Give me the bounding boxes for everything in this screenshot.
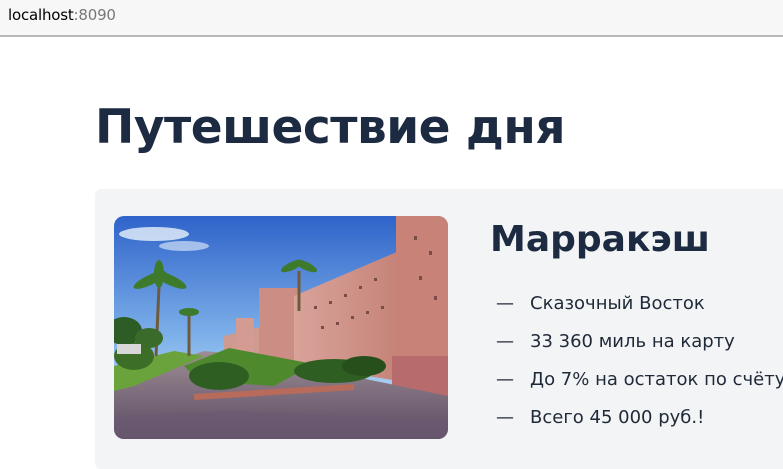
feature-text: Сказочный Восток [530, 293, 705, 314]
list-item: — До 7% на остаток по счёту [496, 367, 783, 405]
list-dash: — [496, 407, 514, 428]
list-item: — 33 360 миль на карту [496, 329, 783, 367]
list-item: — Сказочный Восток [496, 291, 783, 329]
feature-text: До 7% на остаток по счёту [530, 369, 783, 390]
list-item: — Всего 45 000 руб.! [496, 405, 783, 443]
feature-text: 33 360 миль на карту [530, 331, 735, 352]
city-photo [114, 216, 448, 439]
marrakesh-city-wall-photo [114, 216, 448, 439]
feature-text: Всего 45 000 руб.! [530, 407, 705, 428]
page-title: Путешествие дня [95, 100, 566, 155]
list-dash: — [496, 369, 514, 390]
url-host: localhost [8, 6, 74, 24]
trip-of-the-day-card: Марракэш — Сказочный Восток — 33 360 миль … [95, 189, 783, 469]
trip-features-list: — Сказочный Восток —33 360 миль на карту … [496, 291, 783, 443]
city-name: Марракэш [490, 219, 710, 260]
url-port: :8090 [73, 6, 116, 24]
list-dash: — [496, 293, 514, 314]
browser-address-bar[interactable]: localhost:8090 [0, 0, 783, 37]
url-text[interactable]: localhost:8090 [8, 6, 116, 24]
list-dash: — [496, 331, 514, 352]
